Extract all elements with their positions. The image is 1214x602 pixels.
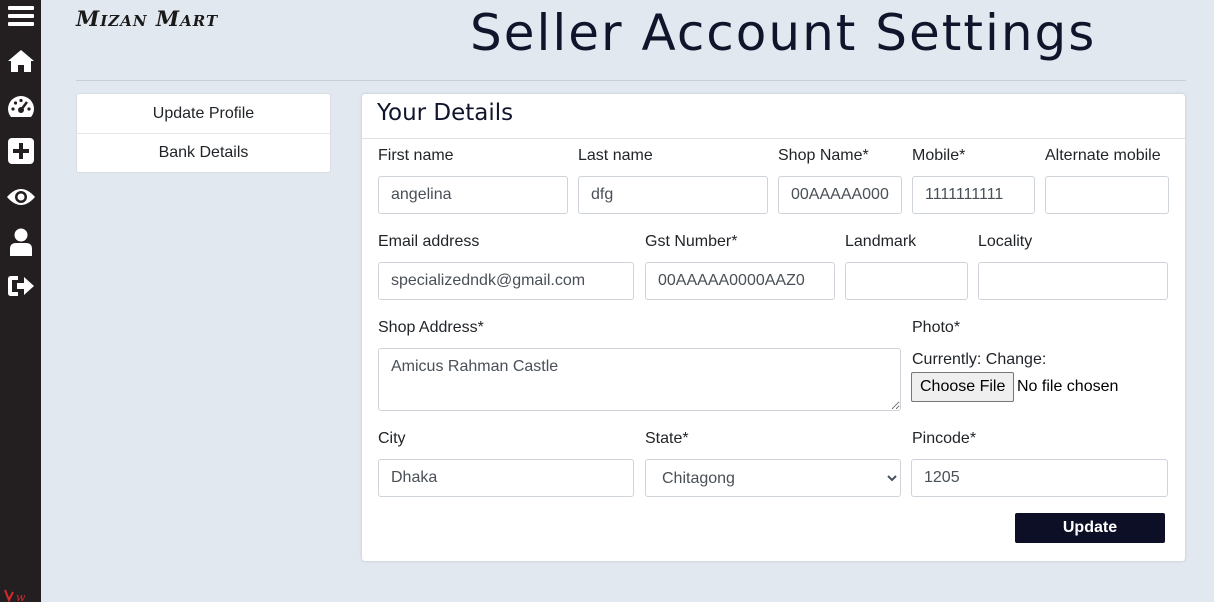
choose-file-button[interactable]: Choose File	[911, 372, 1015, 402]
pincode-input[interactable]	[911, 459, 1168, 497]
first-name-input[interactable]	[378, 176, 568, 214]
logout-icon[interactable]	[5, 270, 37, 302]
add-plus-icon[interactable]	[5, 135, 37, 167]
first-name-label: First name	[378, 147, 454, 164]
last-name-input[interactable]	[578, 176, 768, 214]
menu-icon[interactable]	[5, 0, 37, 32]
brand-logo[interactable]: Mizan Mart	[76, 6, 218, 31]
email-label: Email address	[378, 233, 480, 250]
shop-address-label: Shop Address*	[378, 319, 484, 336]
locality-input[interactable]	[978, 262, 1168, 300]
dashboard-gauge-icon[interactable]	[5, 90, 37, 122]
shop-address-input[interactable]: Amicus Rahman Castle	[378, 348, 901, 411]
city-input[interactable]	[378, 459, 634, 497]
email-input[interactable]	[378, 262, 634, 300]
details-card: Your Details First name Last name Shop N…	[362, 94, 1185, 561]
menu-item-bank-details[interactable]: Bank Details	[77, 133, 330, 172]
state-select[interactable]: Chitagong	[645, 459, 901, 497]
user-icon[interactable]	[5, 226, 37, 258]
update-button[interactable]: Update	[1015, 513, 1165, 543]
pincode-label: Pincode*	[912, 430, 977, 447]
settings-menu: Update Profile Bank Details	[76, 93, 331, 173]
last-name-label: Last name	[578, 147, 653, 164]
locality-label: Locality	[978, 233, 1033, 250]
sidebar: w	[0, 0, 41, 602]
home-icon[interactable]	[5, 45, 37, 77]
card-heading: Your Details	[362, 94, 1185, 139]
landmark-input[interactable]	[845, 262, 968, 300]
menu-item-update-profile[interactable]: Update Profile	[77, 94, 330, 133]
mobile-input[interactable]	[912, 176, 1035, 214]
alternate-mobile-input[interactable]	[1045, 176, 1169, 214]
svg-text:w: w	[16, 591, 26, 602]
shop-name-input[interactable]	[778, 176, 902, 214]
city-label: City	[378, 430, 406, 447]
file-status-text: No file chosen	[1017, 378, 1119, 395]
mobile-label: Mobile*	[912, 147, 966, 164]
landmark-label: Landmark	[845, 233, 917, 250]
header-divider	[76, 80, 1186, 81]
photo-current-text: Currently: Change:	[912, 351, 1047, 368]
shop-name-label: Shop Name*	[778, 147, 869, 164]
alternate-mobile-label: Alternate mobile	[1045, 147, 1161, 164]
state-label: State*	[645, 430, 689, 447]
eye-icon[interactable]	[5, 181, 37, 213]
gst-number-input[interactable]	[645, 262, 835, 300]
photo-label: Photo*	[912, 319, 961, 336]
page-title: Seller Account Settings	[470, 4, 1097, 62]
gst-number-label: Gst Number*	[645, 233, 738, 250]
footer-logo-icon: w	[3, 588, 37, 602]
